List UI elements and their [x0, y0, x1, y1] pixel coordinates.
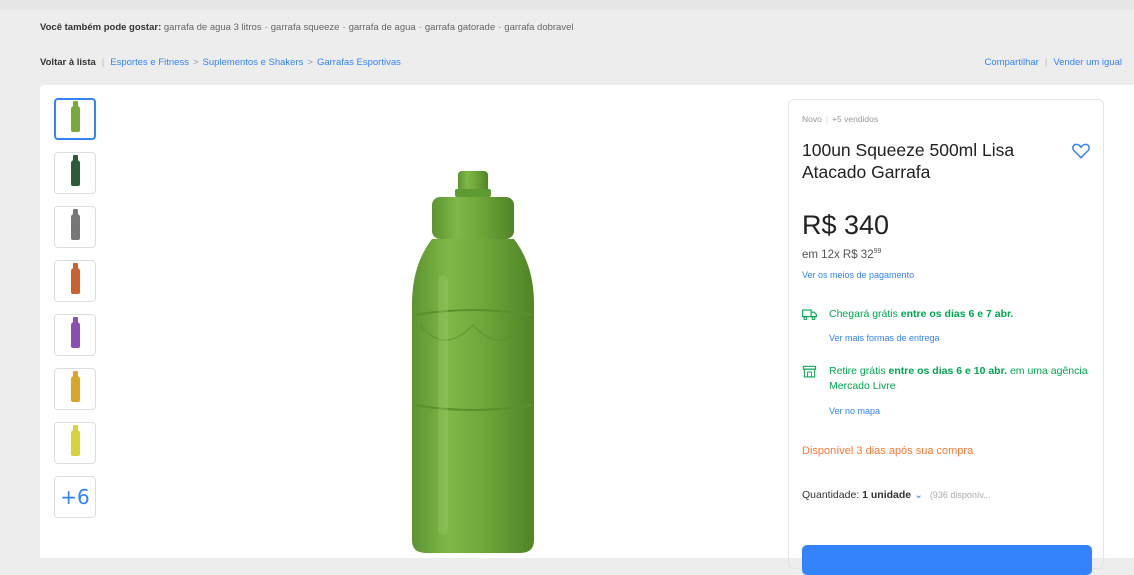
- thumbnail-orange[interactable]: [54, 260, 96, 302]
- more-photos-button[interactable]: +6: [54, 476, 96, 518]
- pickup-dates: entre os dias 6 e 10 abr.: [888, 365, 1008, 377]
- quantity-label: Quantidade:: [802, 489, 860, 501]
- main-product-image[interactable]: [400, 165, 560, 558]
- bottle-thumb-icon: [70, 209, 80, 240]
- chevron-down-icon: ⌄: [914, 489, 923, 501]
- thumbnail-list: +6: [54, 98, 96, 530]
- installments-amount: em 12x R$ 32: [802, 248, 874, 261]
- store-icon: [802, 365, 817, 378]
- suggestions-prefix: Você também pode gostar:: [40, 22, 162, 33]
- payment-methods-link[interactable]: Ver os meios de pagamento: [802, 270, 914, 280]
- heart-icon[interactable]: [1071, 141, 1091, 161]
- condition-label: Novo: [802, 114, 822, 124]
- bottle-thumb-icon: [70, 263, 80, 294]
- suggestion-separator: -: [342, 22, 346, 33]
- chevron-right-icon: >: [192, 57, 199, 68]
- share-link[interactable]: Compartilhar: [984, 57, 1038, 68]
- thumbnail-yellow[interactable]: [54, 368, 96, 410]
- price: R$ 340: [802, 210, 890, 240]
- suggestion-link[interactable]: garrafa de agua: [349, 22, 416, 33]
- bottle-thumb-icon: [70, 371, 80, 402]
- suggestion-link[interactable]: garrafa de agua 3 litros: [164, 22, 262, 33]
- suggestion-separator: -: [264, 22, 268, 33]
- suggestions-bar: Você também pode gostar: garrafa de agua…: [40, 22, 573, 33]
- bottle-thumb-icon: [70, 101, 80, 132]
- thumbnail-gray[interactable]: [54, 206, 96, 248]
- quantity-selector[interactable]: Quantidade: 1 unidade ⌄ (936 disponív...: [802, 489, 991, 501]
- delivery-free-text: Chegará grátis: [829, 308, 898, 320]
- suggestion-link[interactable]: garrafa gatorade: [425, 22, 495, 33]
- breadcrumb-item[interactable]: Garrafas Esportivas: [317, 57, 401, 68]
- chevron-right-icon: >: [307, 57, 313, 68]
- thumbnail-green[interactable]: [54, 98, 96, 140]
- bottle-thumb-icon: [70, 155, 80, 186]
- squeeze-bottle-image: [412, 171, 534, 553]
- quantity-value: 1 unidade: [862, 489, 912, 501]
- sold-count: +5 vendidos: [832, 114, 879, 124]
- thumbnail-purple[interactable]: [54, 314, 96, 356]
- back-to-list-link[interactable]: Voltar à lista: [40, 57, 96, 68]
- breadcrumb-item[interactable]: Suplementos e Shakers: [203, 57, 304, 68]
- divider: |: [1044, 57, 1048, 68]
- availability-notice: Disponível 3 dias após sua compra: [802, 445, 974, 457]
- divider: |: [101, 57, 105, 68]
- view-map-link[interactable]: Ver no mapa: [829, 406, 880, 416]
- stock-count: (936 disponív...: [929, 490, 991, 500]
- more-delivery-options-link[interactable]: Ver mais formas de entrega: [829, 333, 940, 343]
- thumbnail-dark-green[interactable]: [54, 152, 96, 194]
- thumbnail-lime[interactable]: [54, 422, 96, 464]
- suggestion-link[interactable]: garrafa dobravel: [504, 22, 573, 33]
- purchase-panel: Novo | +5 vendidos 100un Squeeze 500ml Lis…: [788, 99, 1104, 575]
- bottle-thumb-icon: [70, 317, 80, 348]
- bottle-thumb-icon: [70, 425, 80, 456]
- installments-cents: 99: [873, 248, 882, 255]
- product-card: +6 Novo | +5 vendidos 100un Squeeze 500m…: [40, 85, 1134, 575]
- suggestion-link[interactable]: garrafa squeeze: [271, 22, 340, 33]
- top-strip: [0, 0, 1134, 10]
- sell-similar-link[interactable]: Vender um igual: [1053, 57, 1122, 68]
- suggestion-separator: -: [498, 22, 502, 33]
- installments: em 12x R$ 3299: [802, 248, 881, 261]
- delivery-dates: entre os dias 6 e 7 abr.: [900, 308, 1014, 320]
- breadcrumb: Voltar à lista | Esportes e Fitness > Suplem…: [40, 57, 401, 68]
- truck-icon: [802, 309, 817, 321]
- product-title: 100un Squeeze 500ml Lisa Atacado Garrafa: [802, 140, 1015, 182]
- buy-now-button[interactable]: [802, 545, 1092, 575]
- share-actions: Compartilhar | Vender um igual: [984, 57, 1122, 68]
- product-meta: Novo | +5 vendidos: [802, 114, 878, 124]
- divider: |: [825, 114, 829, 124]
- suggestion-separator: -: [418, 22, 422, 33]
- breadcrumb-item[interactable]: Esportes e Fitness: [110, 57, 189, 68]
- pickup-free-text: Retire grátis: [829, 365, 886, 377]
